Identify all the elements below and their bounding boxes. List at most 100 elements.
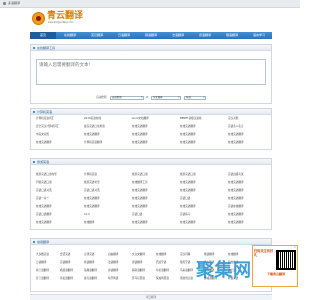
nav-item-english[interactable]: 英汉翻译 [84,32,110,39]
logo-title[interactable]: 青云翻译 [47,12,83,21]
link-item[interactable]: 在线英语翻译 [36,221,52,225]
link-item[interactable]: 泰语翻译 [108,269,118,273]
link-item[interactable]: 保加利亚语 [156,277,169,281]
link-item[interactable]: 在线英语翻译 [132,125,148,129]
link-item[interactable]: 日语翻译 [36,261,46,265]
link-item[interactable]: 英汉词典 [180,253,190,257]
nav-item-german[interactable]: 德语翻译 [192,32,218,39]
link-item[interactable]: 马来语翻译 [180,269,193,273]
link-item[interactable]: 问候英语口语 [36,181,52,185]
link-item[interactable]: 汉译英语 [84,253,94,257]
link-item[interactable]: 法语翻译 [108,261,118,265]
link-item[interactable]: 在线英语翻译 [228,181,244,185]
link-item[interactable]: 中英文对照 [36,133,49,137]
link-item[interactable]: 英语翻译 [60,261,70,265]
link-item[interactable]: 越南语翻译 [132,269,145,273]
link-item[interactable]: 旅游英语口语 [132,173,148,177]
link-item[interactable]: 英语名人名言 [228,125,244,129]
link-item[interactable]: 罗马尼亚语 [132,277,145,281]
link-item[interactable]: 在线英语翻译 [180,181,196,185]
link-item[interactable]: 在线英语翻译 [228,221,244,225]
link-item[interactable]: 在线英语翻译 [132,133,148,137]
ad-subline[interactable]: 下载青云翻译 [255,273,297,276]
link-item[interactable]: 在线翻译 [84,221,94,225]
link-item[interactable]: 文言文翻译 [132,253,145,257]
link-item[interactable]: 在线翻译 [228,253,238,257]
link-item[interactable]: 英语口语 [180,197,190,201]
link-item[interactable]: 在线英语翻译 [180,133,196,137]
source-language-select[interactable]: 自动检测 [110,96,144,100]
link-item[interactable]: 旅游英语句型 [84,181,100,185]
link-item[interactable]: 会话英语 [60,253,70,257]
link-item[interactable]: 在线英语翻译 [84,133,100,137]
link-item[interactable]: 在线英语翻译 [180,141,196,145]
nav-item-french[interactable]: 法语翻译 [165,32,191,39]
link-item[interactable]: 2018英语在线 [84,117,101,121]
nav-item-online[interactable]: 在线翻译 [57,32,83,39]
link-item[interactable]: 英语口语对话 [36,189,52,193]
link-item[interactable]: 在线翻译 [156,253,166,257]
link-item[interactable]: 提高英语日常用语 [84,125,105,129]
link-item[interactable]: 旅游英语口语 [180,173,196,177]
link-item[interactable]: 在线英语翻译 [228,197,244,201]
link-item[interactable]: 斯洛伐克语 [180,277,193,281]
link-item[interactable]: 英语一对一 [36,197,49,201]
link-item[interactable]: 荷兰语翻译 [36,269,49,273]
swap-languages-icon[interactable]: ⇄ [146,96,149,99]
link-item[interactable]: 在线英语翻译 [132,197,148,201]
link-item[interactable]: 在线英语翻译 [228,133,244,137]
link-item[interactable]: BENET初级汉语练 [180,117,202,121]
link-item[interactable]: 芬兰语翻译 [36,277,49,281]
link-item[interactable]: 英语口语对话 [84,189,100,193]
link-item[interactable]: 计算机英语词汇 [36,117,54,121]
link-item[interactable]: 在线英语翻译 [132,205,148,209]
link-item[interactable]: 英语口语 [132,213,142,217]
link-item[interactable]: 在线英语翻译 [132,189,148,193]
link-item[interactable]: 在线英语翻译 [228,141,244,145]
link-item[interactable]: 匈牙利语 [108,277,118,281]
link-item[interactable]: 印尼语翻译 [156,269,169,273]
link-item[interactable]: 葡萄牙语 [180,261,190,265]
nav-item-learning[interactable]: 语言学习 [246,32,272,39]
nav-item-home[interactable]: 首页 [30,32,56,39]
link-item[interactable]: 德语翻译 [132,261,142,265]
link-item[interactable]: 在线翻译工具 [132,181,148,185]
link-item[interactable]: 英汉对照 [228,117,238,121]
link-item[interactable]: 计算机英语 [84,173,97,177]
link-item[interactable]: 英语练习 [180,213,190,217]
link-item[interactable]: 大多数英语 [36,253,49,257]
link-item[interactable]: 捷克语翻译 [84,277,97,281]
link-item[interactable]: 在线英语翻译 [228,213,244,217]
link-item[interactable]: 在线英语翻译 [132,221,148,225]
link-item[interactable]: 俄语翻译 [204,253,214,257]
nav-item-japanese[interactable]: 日语翻译 [111,32,137,39]
nav-item-korean[interactable]: 韩语翻译 [138,32,164,39]
link-item[interactable]: 在线英语翻译 [180,189,196,193]
engine-select[interactable]: 有道 [184,96,206,100]
link-item[interactable]: 在线英语翻译 [36,205,52,209]
nav-item-russian[interactable]: 俄语翻译 [219,32,245,39]
link-item[interactable]: 自由翻译 [108,253,118,257]
link-item[interactable]: 在线英语翻译 [180,205,196,209]
link-item[interactable]: 英语在线翻译 [228,205,244,209]
link-item[interactable]: 计算机英语翻译 [84,141,102,145]
link-item[interactable]: 西班牙语 [156,261,166,265]
link-item[interactable]: 希腊语翻译 [60,269,73,273]
link-item[interactable]: 在线英语翻译 [132,141,148,145]
tab-title[interactable]: 多语翻译 [8,2,20,5]
link-item[interactable]: 在线英语翻译 [180,125,196,129]
link-item[interactable]: 在线英语翻译 [84,197,100,201]
link-item[interactable]: 安全英汉计算机词汇 [36,125,59,129]
link-item[interactable]: 丹麦语翻译 [60,277,73,281]
target-language-select[interactable]: 中文简体 [151,96,181,100]
close-icon[interactable]: × [293,246,296,249]
link-item[interactable]: 瑞典语翻译 [84,269,97,273]
link-item[interactable]: 在线英语翻译 [84,205,100,209]
link-item[interactable]: 在线英语翻译 [180,221,196,225]
link-item[interactable]: 英语口语翻译 [36,213,52,217]
link-item[interactable]: cd-4 [84,213,90,217]
link-item[interactable]: 韩语翻译 [84,261,94,265]
link-item[interactable]: 在线英语翻译 [228,189,244,193]
source-text-input[interactable] [36,59,266,85]
link-item[interactable]: word文档翻译 [132,117,149,121]
